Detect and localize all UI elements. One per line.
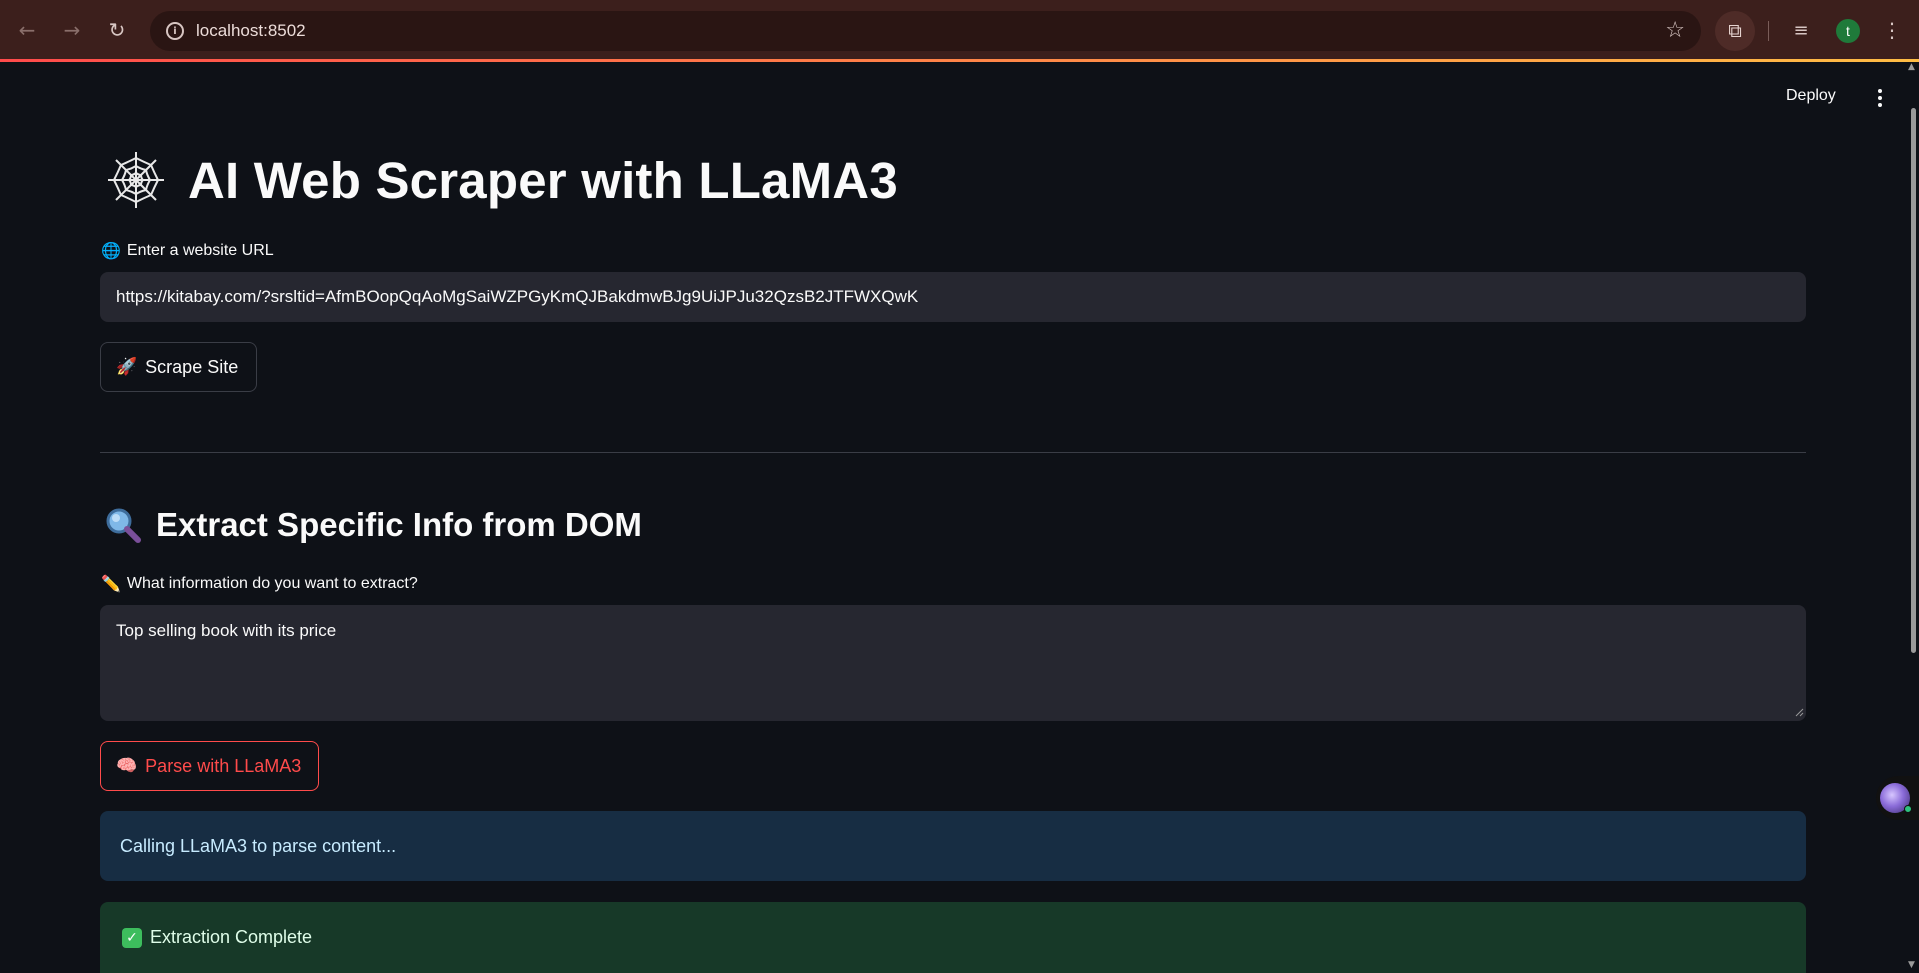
parse-button-label: Parse with LLaMA3	[145, 755, 302, 776]
url-label-text: Enter a website URL	[126, 241, 274, 259]
url-label: 🌐 Enter a website URL	[101, 241, 274, 260]
extract-label: ✏️ What information do you want to extra…	[101, 574, 418, 593]
scrape-site-label: Scrape Site	[145, 356, 239, 377]
globe-icon: 🌐	[101, 241, 121, 260]
media-controls-icon[interactable]: ≡	[1787, 16, 1815, 44]
pencil-icon: ✏️	[101, 574, 121, 593]
spider-web-icon	[108, 152, 164, 208]
extract-label-text: What information do you want to extract?	[126, 574, 418, 592]
magnifying-glass-icon	[106, 508, 141, 543]
forward-icon[interactable]: →	[56, 14, 88, 46]
toolbar-separator	[1768, 21, 1769, 41]
assistant-avatar-icon	[1880, 783, 1912, 813]
deploy-button[interactable]: Deploy	[1786, 87, 1836, 105]
scroll-up-arrow-icon[interactable]: ▲	[1908, 62, 1915, 72]
browser-chrome: ← → ↻ i localhost:8502 ☆ ⧉ ≡ t ⋮	[0, 0, 1919, 61]
brain-icon: 🧠	[116, 756, 138, 776]
resize-grip-icon[interactable]	[1795, 708, 1804, 717]
site-info-icon[interactable]: i	[166, 22, 184, 40]
extensions-icon[interactable]: ⧉	[1715, 11, 1755, 51]
section-title-row: Extract Specific Info from DOM	[104, 506, 642, 544]
url-input[interactable]	[100, 272, 1806, 322]
section-divider	[100, 452, 1806, 453]
info-alert: Calling LLaMA3 to parse content...	[100, 811, 1806, 881]
page-title: AI Web Scraper with LLaMA3	[188, 151, 898, 209]
online-status-dot	[1904, 805, 1912, 813]
reload-icon[interactable]: ↻	[101, 14, 133, 46]
page-title-row: AI Web Scraper with LLaMA3	[104, 148, 898, 212]
back-icon[interactable]: ←	[11, 14, 43, 46]
section-title: Extract Specific Info from DOM	[156, 506, 642, 543]
extract-textarea[interactable]: Top selling book with its price	[100, 605, 1806, 721]
streamlit-top-decoration	[0, 59, 1919, 62]
parse-with-llama3-button[interactable]: 🧠 Parse with LLaMA3	[100, 741, 319, 791]
scroll-down-arrow-icon[interactable]: ▼	[1908, 960, 1915, 970]
address-url[interactable]: localhost:8502	[196, 21, 306, 41]
address-bar[interactable]: i localhost:8502 ☆	[150, 11, 1701, 51]
scrollbar-thumb[interactable]	[1911, 108, 1916, 653]
floating-assistant-button[interactable]	[1876, 776, 1919, 820]
bookmark-star-icon[interactable]: ☆	[1665, 18, 1685, 43]
main-menu-icon[interactable]	[1872, 84, 1888, 112]
info-alert-text: Calling LLaMA3 to parse content...	[120, 835, 397, 856]
rocket-icon: 🚀	[116, 357, 138, 377]
browser-menu-icon[interactable]: ⋮	[1882, 14, 1902, 46]
check-mark-icon: ✓	[122, 927, 142, 948]
success-alert-text: Extraction Complete	[150, 927, 313, 947]
scrape-site-button[interactable]: 🚀 Scrape Site	[100, 342, 257, 392]
profile-avatar[interactable]: t	[1836, 19, 1860, 43]
success-alert: ✓ Extraction Complete	[100, 902, 1806, 973]
